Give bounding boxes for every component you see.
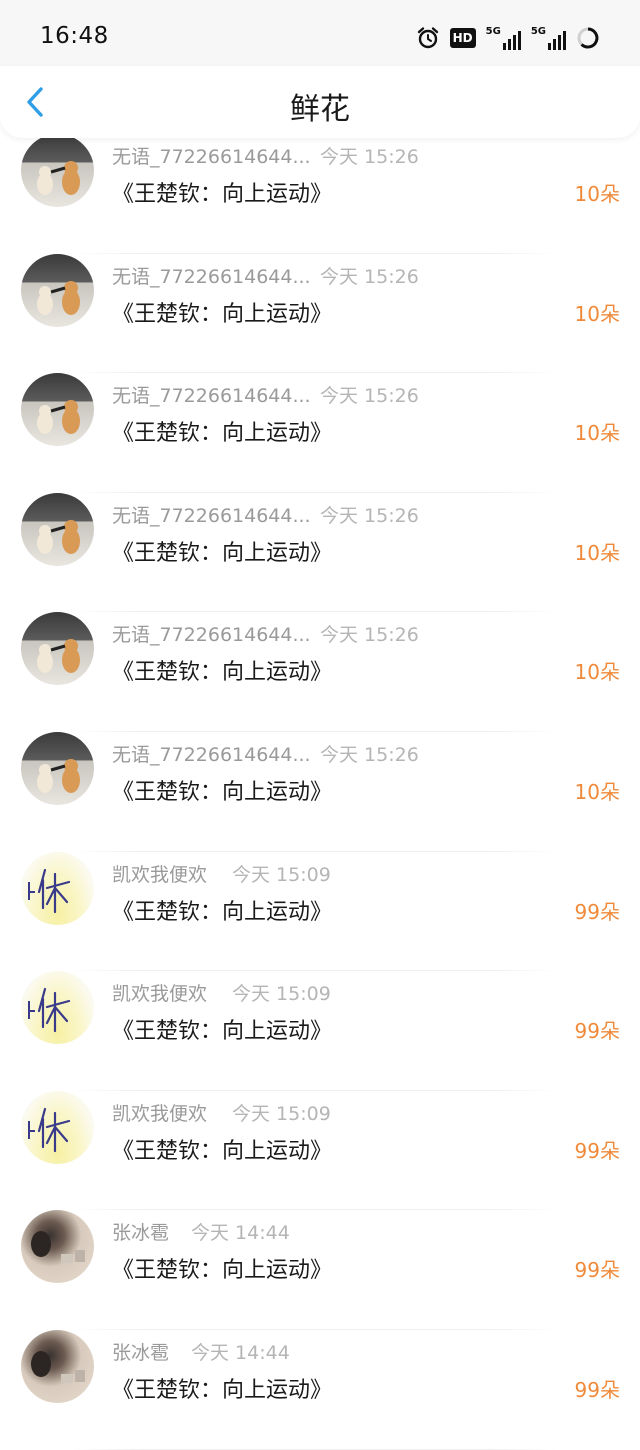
- avatar[interactable]: [21, 612, 94, 686]
- timestamp: 今天 15:09: [232, 863, 331, 886]
- 5g-signal-icon: 5G: [486, 26, 521, 50]
- list-item[interactable]: 无语_77226614644... 今天 15:26 《王楚钦：向上运动》 10朵: [0, 492, 640, 613]
- avatar[interactable]: [21, 971, 94, 1045]
- flower-count: 99朵: [574, 1377, 620, 1402]
- avatar[interactable]: [21, 1210, 94, 1284]
- list-item[interactable]: 凯欢我便欢 今天 15:09 《王楚钦：向上运动》 99朵: [0, 971, 640, 1091]
- list-item[interactable]: 无语_77226614644... 今天 15:26 《王楚钦：向上运动》 10朵: [0, 134, 640, 254]
- hd-icon: HD: [449, 28, 476, 48]
- status-time: 16:48: [40, 23, 109, 49]
- flower-count: 10朵: [574, 182, 620, 206]
- user-name: 凯欢我便欢: [112, 863, 208, 886]
- list-item[interactable]: 凯欢我便欢 今天 15:09 《王楚钦：向上运动》 99朵: [0, 851, 640, 972]
- user-name: 无语_77226614644...: [112, 624, 311, 647]
- timestamp: 今天 15:26: [320, 624, 419, 647]
- user-name: 无语_77226614644...: [112, 385, 311, 408]
- timestamp: 今天 15:26: [320, 743, 419, 766]
- user-name: 张冰雹: [112, 1222, 170, 1245]
- user-name: 张冰雹: [112, 1341, 170, 1364]
- article-title: 《王楚钦：向上运动》: [112, 1138, 333, 1164]
- list-item[interactable]: 无语_77226614644... 今天 15:26 《王楚钦：向上运动》 10朵: [0, 253, 640, 374]
- timestamp: 今天 15:09: [232, 983, 331, 1006]
- flower-count: 10朵: [574, 779, 620, 804]
- flower-count: 10朵: [574, 421, 620, 446]
- avatar[interactable]: [21, 851, 94, 925]
- avatar[interactable]: [21, 373, 94, 447]
- article-title: 《王楚钦：向上运动》: [112, 182, 333, 207]
- avatar[interactable]: [21, 253, 94, 327]
- user-name: 无语_77226614644...: [112, 146, 311, 168]
- flower-count: 99朵: [574, 1258, 620, 1283]
- avatar[interactable]: [21, 1090, 94, 1164]
- timestamp: 今天 14:44: [191, 1341, 290, 1364]
- list-item[interactable]: 凯欢我便欢 今天 15:09 《王楚钦：向上运动》 99朵: [0, 1090, 640, 1211]
- article-title: 《王楚钦：向上运动》: [112, 1258, 333, 1284]
- article-title: 《王楚钦：向上运动》: [112, 660, 333, 686]
- user-name: 凯欢我便欢: [112, 983, 208, 1006]
- flower-count: 10朵: [574, 301, 620, 326]
- article-title: 《王楚钦：向上运动》: [112, 779, 333, 805]
- list-item[interactable]: 张冰雹 今天 14:44 《王楚钦：向上运动》 99朵: [0, 1210, 640, 1330]
- timestamp: 今天 15:26: [320, 265, 419, 288]
- article-title: 《王楚钦：向上运动》: [112, 1019, 333, 1045]
- avatar[interactable]: [21, 1329, 94, 1403]
- timestamp: 今天 15:09: [232, 1102, 331, 1125]
- flower-count: 99朵: [574, 1019, 620, 1044]
- avatar[interactable]: [21, 731, 94, 805]
- article-title: 《王楚钦：向上运动》: [112, 899, 333, 925]
- nav-header: 鲜花: [0, 66, 640, 138]
- alarm-icon: [416, 26, 440, 50]
- flower-count: 99朵: [574, 1138, 620, 1163]
- flower-count: 10朵: [574, 540, 620, 565]
- list-item[interactable]: 无语_77226614644... 今天 15:26 《王楚钦：向上运动》 10朵: [0, 612, 640, 732]
- user-name: 无语_77226614644...: [112, 265, 311, 288]
- network-type-label: 5G: [530, 26, 546, 37]
- list-item[interactable]: 无语_77226614644... 今天 15:26 《王楚钦：向上运动》 10朵: [0, 731, 640, 852]
- list-item[interactable]: 张冰雹 今天 14:44 《王楚钦：向上运动》 99朵: [0, 1329, 640, 1450]
- timestamp: 今天 14:44: [191, 1222, 290, 1245]
- flower-gift-list: 无语_77226614644... 今天 15:26 《王楚钦：向上运动》 10朵 无语…: [0, 134, 640, 1450]
- status-icons: HD 5G 5G: [416, 24, 600, 52]
- flower-count: 10朵: [574, 660, 620, 685]
- avatar[interactable]: [21, 134, 94, 207]
- list-item[interactable]: 无语_77226614644... 今天 15:26 《王楚钦：向上运动》 10朵: [0, 373, 640, 493]
- flower-count: 99朵: [574, 899, 620, 924]
- user-name: 凯欢我便欢: [112, 1102, 208, 1125]
- timestamp: 今天 15:26: [320, 385, 419, 408]
- page-title: 鲜花: [290, 92, 350, 127]
- article-title: 《王楚钦：向上运动》: [112, 301, 333, 327]
- article-title: 《王楚钦：向上运动》: [112, 421, 333, 447]
- avatar[interactable]: [21, 492, 94, 566]
- status-bar: 16:48 HD 5G 5G: [0, 0, 640, 76]
- article-title: 《王楚钦：向上运动》: [112, 540, 333, 566]
- user-name: 无语_77226614644...: [112, 743, 311, 766]
- timestamp: 今天 15:26: [320, 146, 419, 168]
- network-type-label: 5G: [485, 26, 501, 37]
- user-name: 无语_77226614644...: [112, 504, 311, 527]
- 5g-signal-icon: 5G: [531, 26, 566, 50]
- timestamp: 今天 15:26: [320, 504, 419, 527]
- battery-ring-icon: [576, 26, 600, 50]
- article-title: 《王楚钦：向上运动》: [112, 1377, 333, 1403]
